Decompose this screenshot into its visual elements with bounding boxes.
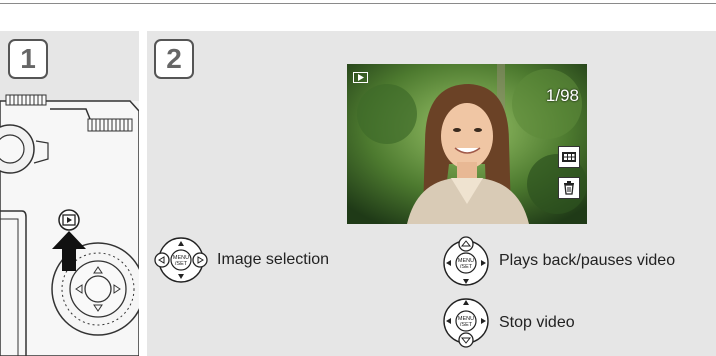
cursor-pad-up-icon: MENU /SET bbox=[443, 236, 489, 286]
step-1-panel: 1 bbox=[0, 31, 139, 356]
playback-button-icon bbox=[58, 209, 80, 231]
image-selection-label: Image selection bbox=[217, 251, 330, 268]
playback-screen: 1/98 bbox=[347, 64, 587, 224]
step-2-badge: 2 bbox=[154, 39, 194, 79]
play-pause-video-label: Plays back/pauses video bbox=[499, 252, 676, 269]
camera-illustration bbox=[0, 94, 139, 356]
stop-video-row: MENU /SET Stop video bbox=[441, 297, 575, 349]
svg-text:/SET: /SET bbox=[175, 261, 188, 267]
stop-video-label: Stop video bbox=[499, 314, 575, 331]
cursor-pad-down-icon: MENU /SET bbox=[443, 298, 489, 348]
play-pause-video-row: MENU /SET Plays back/pauses video bbox=[441, 235, 675, 287]
frame-counter: 1/98 bbox=[545, 86, 579, 105]
step-1-badge: 1 bbox=[8, 39, 48, 79]
playback-mode-icon bbox=[353, 72, 368, 83]
thumbnail-view-icon[interactable] bbox=[558, 146, 580, 168]
svg-text:/SET: /SET bbox=[460, 264, 473, 270]
top-divider bbox=[0, 3, 716, 4]
step-2-panel: 2 1/98 MENU /SET Image selection MENU /S… bbox=[147, 31, 716, 356]
cursor-pad-left-right-icon: MENU /SET bbox=[154, 237, 208, 283]
up-arrow-icon bbox=[52, 231, 86, 271]
image-selection-row: MENU /SET Image selection bbox=[153, 237, 329, 283]
svg-text:/SET: /SET bbox=[460, 322, 473, 328]
trash-icon[interactable] bbox=[558, 177, 580, 199]
